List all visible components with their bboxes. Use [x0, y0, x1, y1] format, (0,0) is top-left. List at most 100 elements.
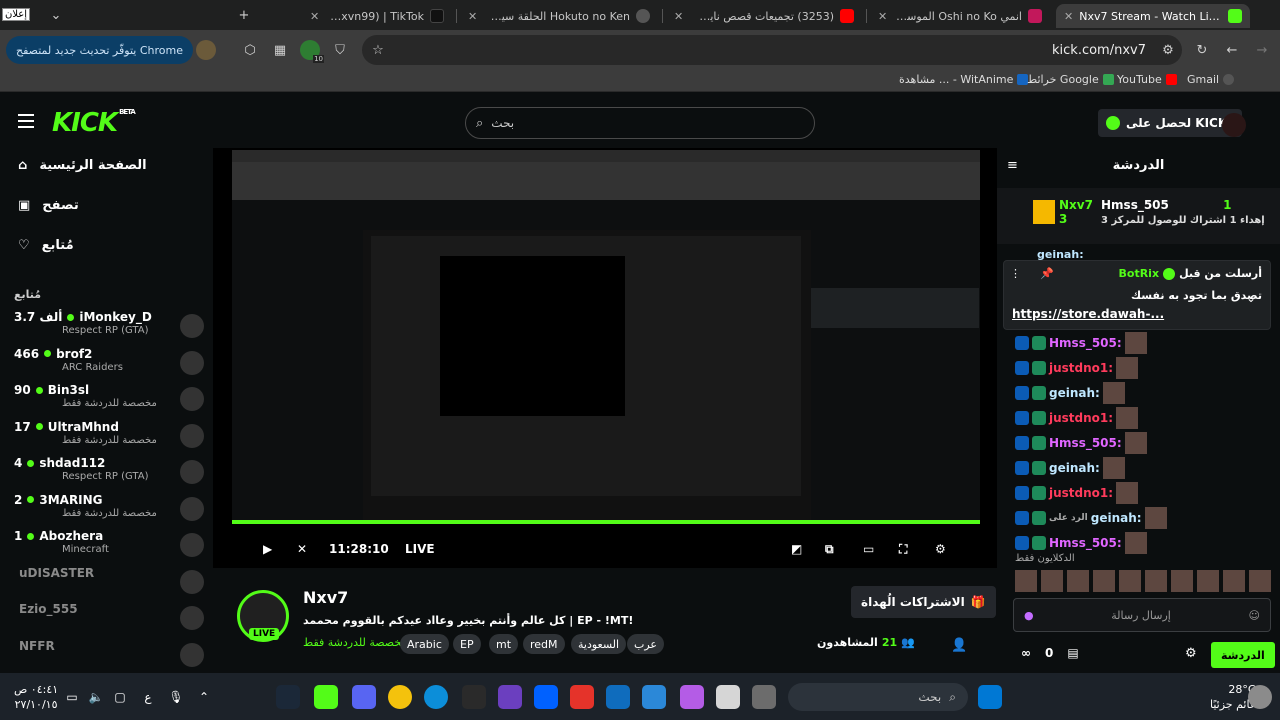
- chat-username[interactable]: justdno1:: [1049, 411, 1113, 425]
- epic-games-icon[interactable]: [462, 685, 486, 709]
- pinned-link[interactable]: https://store.dawah-...: [1012, 307, 1164, 321]
- kick-logo[interactable]: KICK BETA: [52, 108, 136, 138]
- chat-message[interactable]: Hmss_505:: [1015, 532, 1147, 554]
- gifter-left[interactable]: Nxv7 3: [1033, 198, 1093, 226]
- close-icon[interactable]: ✕: [468, 10, 477, 23]
- chat-settings-icon[interactable]: ⚙: [1185, 646, 1197, 661]
- sidebar-channel[interactable]: NFFR: [14, 639, 204, 675]
- live-indicator[interactable]: LIVE: [405, 542, 435, 556]
- store-icon[interactable]: [642, 685, 666, 709]
- windows-start-icon[interactable]: [978, 685, 1002, 709]
- chat-message[interactable]: justdno1:: [1015, 482, 1139, 504]
- user-avatar[interactable]: [1222, 113, 1246, 137]
- extensions-icon[interactable]: ⬡: [240, 40, 260, 60]
- tray-chevron-icon[interactable]: ⌃: [192, 685, 216, 709]
- chrome-update-button[interactable]: يتوفّر تحديث جديد لمتصفح Chrome: [6, 36, 193, 64]
- tag[interactable]: السعودية: [571, 634, 627, 654]
- theater-icon[interactable]: ▭: [863, 542, 874, 556]
- mic-icon[interactable]: ●: [1024, 609, 1034, 622]
- chat-username[interactable]: Hmss_505:: [1049, 536, 1122, 550]
- tab-search-icon[interactable]: ⌄: [46, 5, 66, 25]
- sidebar-channel[interactable]: 2 3MARING مخصصة للدردشة فقط: [14, 493, 204, 529]
- expand-icon[interactable]: ⌄: [1246, 291, 1256, 305]
- chat-input[interactable]: ● إرسال رسالة ☺: [1013, 598, 1271, 632]
- chat-message[interactable]: justdno1:: [1015, 407, 1139, 429]
- microphone-icon[interactable]: 🎙: [164, 685, 188, 709]
- fullscreen-icon[interactable]: ⛶: [899, 542, 907, 557]
- video-player[interactable]: ▶ ✕ 11:28:10 LIVE ◩ ⧉ ▭ ⛶ ⚙: [213, 148, 997, 568]
- emote-icon[interactable]: [1249, 570, 1271, 592]
- tab-tiktok[interactable]: ✕ NV (@nxvn99) | TikTok: [302, 4, 452, 28]
- outlook-icon[interactable]: [606, 685, 630, 709]
- copilot-icon[interactable]: [680, 685, 704, 709]
- forward-icon[interactable]: →: [1252, 40, 1272, 60]
- tab-youtube-stories[interactable]: ✕ (3253) تجميعات قصص نايف حمد: [666, 4, 862, 28]
- streamer-name[interactable]: Nxv7: [303, 588, 348, 607]
- chat-username[interactable]: justdno1:: [1049, 361, 1113, 375]
- infinity-icon[interactable]: ∞: [1021, 646, 1031, 660]
- chat-message[interactable]: geinah:: [1015, 457, 1125, 479]
- mute-icon[interactable]: ✕: [297, 542, 307, 556]
- nav-home[interactable]: ⌂ الصفحة الرئيسية: [18, 158, 147, 173]
- close-icon[interactable]: ✕: [310, 10, 319, 23]
- clock[interactable]: ٠٤:٤١ ص ٢٧/١٠/١٥: [14, 682, 58, 712]
- bookmark-maps[interactable]: خرائط Google: [1027, 73, 1114, 86]
- chat-message[interactable]: justdno1:: [1015, 357, 1139, 379]
- chat-username[interactable]: geinah:: [1049, 386, 1100, 400]
- shield-icon[interactable]: ⛉: [330, 40, 350, 60]
- sidebar-channel[interactable]: 17 UltraMhnd مخصصة للدردشة فقط: [14, 420, 204, 456]
- emote-icon[interactable]: [1197, 570, 1219, 592]
- address-bar[interactable]: ☆ ⚙ kick.com/nxv7: [362, 35, 1182, 65]
- follow-icon[interactable]: 👤: [951, 638, 967, 653]
- sidebar-channel[interactable]: Ezio_555: [14, 602, 204, 638]
- emote-icon[interactable]: [1145, 570, 1167, 592]
- tag[interactable]: Arabic: [400, 634, 449, 654]
- close-icon[interactable]: ✕: [1064, 10, 1073, 23]
- extension-badge-icon[interactable]: 10: [300, 40, 324, 63]
- profile-avatar[interactable]: [196, 40, 216, 60]
- emote-icon[interactable]: [1041, 570, 1063, 592]
- edge-icon[interactable]: [424, 685, 448, 709]
- sidebar-channel[interactable]: 466 brof2 ARC Raiders: [14, 347, 204, 383]
- menu-icon[interactable]: [18, 114, 34, 128]
- settings-icon[interactable]: ⚙: [935, 542, 946, 556]
- chrome-icon[interactable]: [388, 685, 412, 709]
- battery-icon[interactable]: ▭: [60, 685, 84, 709]
- sidebar-channel[interactable]: 3.7 ألف iMonkey_D Respect RP (GTA): [14, 310, 204, 346]
- chat-username[interactable]: justdno1:: [1049, 486, 1113, 500]
- tab-kick-active[interactable]: ✕ Nxv7 Stream - Watch Live on Kick: [1056, 4, 1250, 28]
- emoji-icon[interactable]: ☺: [1249, 609, 1260, 622]
- dropbox-icon[interactable]: [534, 685, 558, 709]
- language-indicator[interactable]: ع: [136, 685, 160, 709]
- taskbar-search[interactable]: بحث ⌕: [788, 683, 968, 711]
- bookmark-witanime[interactable]: مشاهدة ... - WitAnime: [899, 73, 1029, 86]
- sidebar-channel[interactable]: 4 shdad112 Respect RP (GTA): [14, 456, 204, 492]
- emote-icon[interactable]: [1119, 570, 1141, 592]
- steam-icon[interactable]: [276, 685, 300, 709]
- chat-message[interactable]: Hmss_505:: [1015, 332, 1147, 354]
- emote-icon[interactable]: [1015, 570, 1037, 592]
- chat-username[interactable]: geinah:: [1091, 511, 1142, 525]
- notice-label[interactable]: إعلان: [2, 8, 31, 21]
- bookmark-star-icon[interactable]: ☆: [368, 40, 388, 60]
- close-icon[interactable]: ✕: [878, 10, 887, 23]
- display-icon[interactable]: ▢: [108, 685, 132, 709]
- progress-track[interactable]: [232, 520, 980, 523]
- nav-browse[interactable]: ▣ تصفح: [18, 198, 79, 213]
- site-info-icon[interactable]: ⚙: [1158, 40, 1178, 60]
- get-kicks-button[interactable]: لحصل على KICKs: [1098, 109, 1243, 137]
- pin-icon[interactable]: ⋮: [1010, 267, 1021, 280]
- chat-send-button[interactable]: الدردشة: [1211, 642, 1275, 668]
- bookmark-youtube[interactable]: YouTube: [1117, 73, 1177, 86]
- chat-message[interactable]: geinah:: [1015, 382, 1125, 404]
- play-icon[interactable]: ▶: [263, 542, 272, 556]
- emote-icon[interactable]: [1067, 570, 1089, 592]
- emote-icon[interactable]: [1093, 570, 1115, 592]
- app-icon-red[interactable]: [570, 685, 594, 709]
- gift-subs-button[interactable]: الاشتراكات الُهداة 🎁: [851, 586, 996, 618]
- gifter-right[interactable]: Hmss_505 1 إهداء 1 اشتراك للوصول للمركز …: [1101, 198, 1265, 226]
- close-icon[interactable]: ✕: [674, 10, 683, 23]
- visual-studio-icon[interactable]: [498, 685, 522, 709]
- tag[interactable]: redM: [523, 634, 565, 654]
- tag[interactable]: EP: [453, 634, 481, 654]
